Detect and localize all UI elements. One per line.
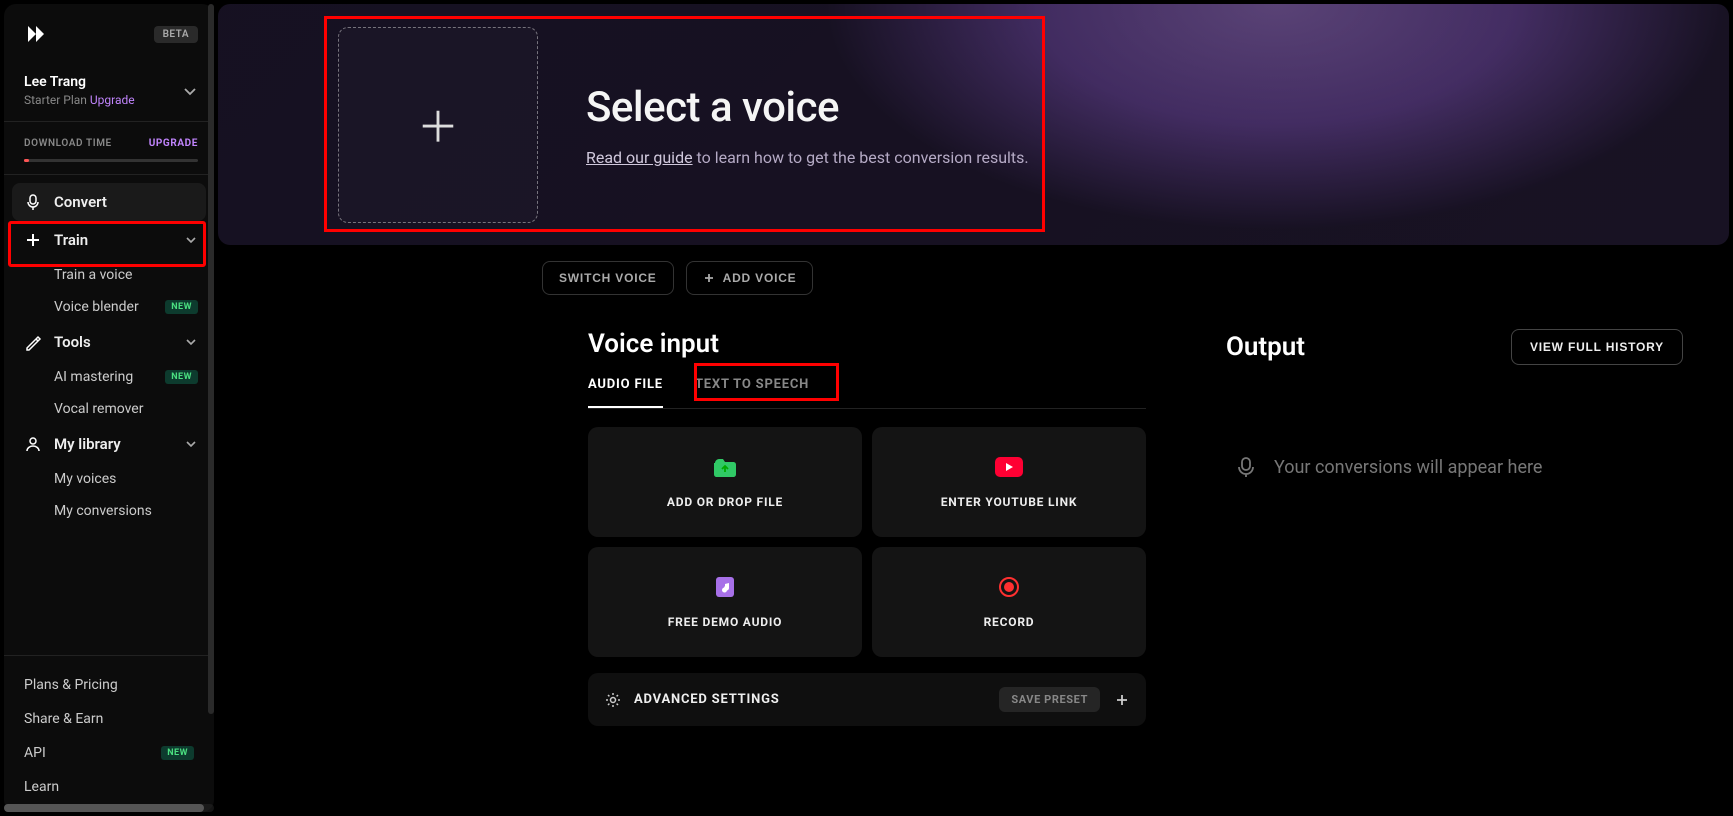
nav-convert[interactable]: Convert [12,183,206,221]
hscroll-thumb[interactable] [4,804,204,812]
user-info: Lee Trang Starter Plan Upgrade [24,74,135,107]
plus-icon: ＋ [417,94,459,155]
nav-library-label: My library [54,435,121,453]
pencil-icon [24,333,42,351]
microphone-icon [1234,455,1258,479]
user-account-block[interactable]: Lee Trang Starter Plan Upgrade [4,64,214,122]
nav-train[interactable]: Train [4,221,214,259]
voice-input-title: Voice input [588,329,719,359]
beta-badge: BETA [154,26,198,43]
input-grid: ADD OR DROP FILE ENTER YOUTUBE LINK FREE… [588,427,1146,657]
input-tabs: AUDIO FILE TEXT TO SPEECH [588,377,1146,409]
add-voice-button[interactable]: ADD VOICE [686,261,814,295]
card-add-file[interactable]: ADD OR DROP FILE [588,427,862,537]
nav-train-label: Train [54,231,88,249]
voice-input-panel: Voice input AUDIO FILE TEXT TO SPEECH AD… [558,305,1176,816]
select-voice-dropzone[interactable]: ＋ [338,27,538,223]
advanced-settings-row[interactable]: ADVANCED SETTINGS SAVE PRESET [588,673,1146,726]
guide-link[interactable]: Read our guide [586,148,693,167]
user-name: Lee Trang [24,74,135,90]
nav-convert-label: Convert [54,193,107,211]
microphone-icon [24,193,42,211]
youtube-icon [995,455,1023,479]
footer-api[interactable]: API NEW [4,736,214,770]
output-title: Output [1226,332,1305,362]
hero-title: Select a voice [586,83,1029,132]
new-badge: NEW [161,746,194,760]
chevron-down-icon [184,437,198,451]
hero-subtitle: Read our guide to learn how to get the b… [586,148,1029,167]
output-empty-state: Your conversions will appear here [1226,455,1683,479]
nav-tools[interactable]: Tools [4,323,214,361]
chevron-down-icon [184,335,198,349]
nav-vocal-remover[interactable]: Vocal remover [4,393,214,425]
card-youtube-label: ENTER YOUTUBE LINK [941,495,1078,509]
sidebar-header: BETA [4,4,214,64]
card-youtube[interactable]: ENTER YOUTUBE LINK [872,427,1146,537]
output-empty-text: Your conversions will appear here [1274,457,1542,478]
upload-file-icon [711,455,739,479]
footer-share[interactable]: Share & Earn [4,702,214,736]
download-progress-bar [24,159,198,162]
nav-my-library[interactable]: My library [4,425,214,463]
plus-icon [703,272,715,284]
card-record[interactable]: RECORD [872,547,1146,657]
nav-tools-label: Tools [54,333,91,351]
download-time-block: DOWNLOAD TIME UPGRADE [4,122,214,175]
card-demo-label: FREE DEMO AUDIO [668,615,783,629]
nav-my-voices[interactable]: My voices [4,463,214,495]
card-add-file-label: ADD OR DROP FILE [667,495,783,509]
gear-icon [604,691,622,709]
hero-text: Select a voice Read our guide to learn h… [586,83,1029,167]
app-logo-icon [24,22,56,46]
hero-panel: ＋ Select a voice Read our guide to learn… [218,4,1729,245]
plus-icon [24,231,42,249]
nav-train-voice[interactable]: Train a voice [4,259,214,291]
chevron-down-icon [184,233,198,247]
user-plan: Starter Plan Upgrade [24,93,135,107]
user-icon [24,435,42,453]
save-preset-button[interactable]: SAVE PRESET [999,687,1100,712]
record-icon [995,575,1023,599]
upgrade-button[interactable]: UPGRADE [149,138,198,149]
nav-my-conversions[interactable]: My conversions [4,495,214,527]
plus-icon[interactable] [1114,692,1130,708]
nav-voice-blender[interactable]: Voice blender NEW [4,291,214,323]
voice-actions: SWITCH VOICE ADD VOICE [218,245,1733,305]
footer-learn[interactable]: Learn [4,770,214,804]
download-time-label: DOWNLOAD TIME [24,138,112,149]
card-record-label: RECORD [984,615,1035,629]
output-panel: Output VIEW FULL HISTORY Your conversion… [1196,305,1713,816]
music-file-icon [711,575,739,599]
sidebar-hscroll[interactable] [4,804,214,812]
sidebar: BETA Lee Trang Starter Plan Upgrade DOWN… [4,4,214,812]
main-area: ＋ Select a voice Read our guide to learn… [218,0,1733,816]
tab-text-to-speech[interactable]: TEXT TO SPEECH [695,377,809,408]
sidebar-nav: Convert Train Train a voice Voice blende… [4,175,214,655]
switch-voice-button[interactable]: SWITCH VOICE [542,261,674,295]
nav-ai-mastering[interactable]: AI mastering NEW [4,361,214,393]
view-history-button[interactable]: VIEW FULL HISTORY [1511,329,1683,365]
content-row: Voice input AUDIO FILE TEXT TO SPEECH AD… [218,305,1733,816]
upgrade-link[interactable]: Upgrade [90,93,135,107]
footer-plans[interactable]: Plans & Pricing [4,668,214,702]
new-badge: NEW [165,300,198,314]
advanced-label: ADVANCED SETTINGS [634,692,780,707]
chevron-down-icon [182,83,198,99]
card-demo-audio[interactable]: FREE DEMO AUDIO [588,547,862,657]
sidebar-footer: Plans & Pricing Share & Earn API NEW Lea… [4,655,214,812]
new-badge: NEW [165,370,198,384]
tab-audio-file[interactable]: AUDIO FILE [588,377,663,408]
